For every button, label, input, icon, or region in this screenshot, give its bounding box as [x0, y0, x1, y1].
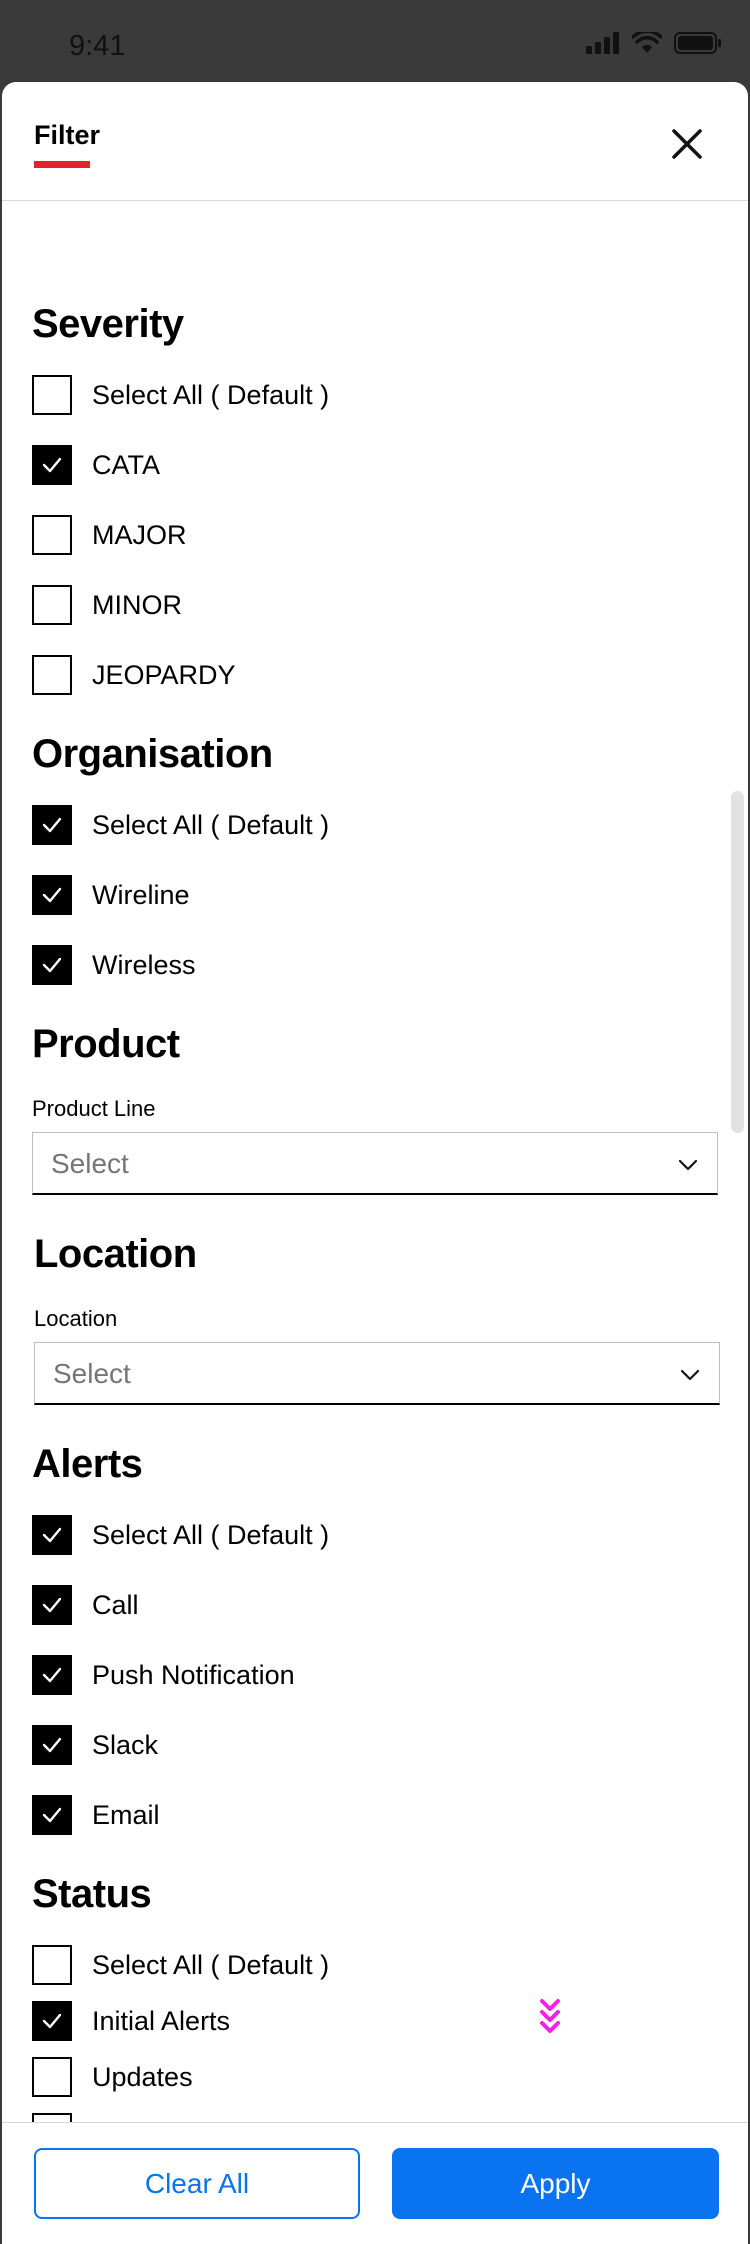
wifi-icon [632, 32, 662, 53]
alerts-option[interactable]: Slack [32, 1725, 158, 1765]
checkbox[interactable] [32, 375, 72, 415]
checkbox[interactable] [32, 2001, 72, 2041]
option-label: Initial Alerts [92, 2005, 231, 2036]
checkbox[interactable] [32, 945, 72, 985]
option-label: MINOR [92, 589, 182, 620]
checkbox[interactable] [32, 1725, 72, 1765]
organisation-option[interactable]: Select All ( Default ) [32, 805, 329, 845]
status-icons [586, 32, 722, 54]
alerts-option[interactable]: Select All ( Default ) [32, 1515, 329, 1555]
section-title-severity: Severity [32, 302, 184, 346]
organisation-option[interactable]: Wireless [32, 945, 196, 985]
option-label: Select All ( Default ) [92, 379, 330, 410]
option-label: Email [92, 1799, 160, 1830]
option-label: Select All ( Default ) [92, 809, 330, 840]
filter-sheet: Filter Severity Select All ( Default ) C… [2, 82, 748, 2244]
checkbox[interactable] [32, 805, 72, 845]
signal-icon [586, 32, 619, 54]
option-label: Select All ( Default ) [92, 1519, 330, 1550]
option-label: Push Notification [92, 1659, 295, 1690]
checkbox[interactable] [32, 2057, 72, 2097]
checkbox[interactable] [32, 655, 72, 695]
section-title-product: Product [32, 1022, 180, 1066]
section-title-status: Status [32, 1872, 152, 1916]
chevron-down-icon [680, 1369, 700, 1381]
status-option[interactable]: Updates [32, 2057, 193, 2097]
checkmark-icon [42, 817, 62, 833]
checkbox[interactable] [32, 585, 72, 625]
severity-option[interactable]: Select All ( Default ) [32, 375, 329, 415]
option-label: Slack [92, 1729, 159, 1760]
checkbox[interactable] [32, 515, 72, 555]
select-value: Select [51, 1148, 129, 1179]
severity-option[interactable]: MINOR [32, 585, 182, 625]
title-underline [34, 161, 90, 168]
alerts-option[interactable]: Push Notification [32, 1655, 295, 1695]
filter-title: Filter [34, 120, 101, 150]
alerts-option[interactable]: Email [32, 1795, 160, 1835]
option-label: MAJOR [92, 519, 187, 550]
status-time: 9:41 [69, 30, 126, 62]
checkmark-icon [42, 957, 62, 973]
checkmark-icon [42, 1737, 62, 1753]
filter-content[interactable]: Severity Select All ( Default ) CATA MAJ… [2, 202, 748, 2127]
location-label: Location [34, 1306, 118, 1331]
checkmark-icon [42, 1527, 62, 1543]
battery-icon [674, 32, 721, 54]
checkmark-icon [42, 887, 62, 903]
severity-option[interactable]: MAJOR [32, 515, 187, 555]
scroll-more-icon[interactable] [539, 1998, 561, 2038]
section-title-alerts: Alerts [32, 1442, 143, 1486]
checkbox[interactable] [32, 875, 72, 915]
checkbox[interactable] [32, 1515, 72, 1555]
status-bar: 9:41 [0, 0, 750, 84]
option-label: Call [92, 1589, 139, 1620]
option-label: Wireline [92, 879, 190, 910]
checkbox[interactable] [32, 1795, 72, 1835]
filter-header: Filter [2, 82, 748, 201]
option-label: CATA [92, 449, 161, 480]
filter-footer: Clear All Apply [2, 2122, 748, 2244]
organisation-option[interactable]: Wireline [32, 875, 190, 915]
option-label: JEOPARDY [92, 659, 236, 690]
section-title-organisation: Organisation [32, 732, 273, 776]
option-label: Select All ( Default ) [92, 1949, 330, 1980]
select-value: Select [53, 1358, 131, 1389]
status-option[interactable]: Select All ( Default ) [32, 1945, 329, 1985]
scrollbar[interactable] [731, 791, 744, 1133]
checkbox[interactable] [32, 1585, 72, 1625]
alerts-option[interactable]: Call [32, 1585, 139, 1625]
severity-option[interactable]: CATA [32, 445, 160, 485]
checkbox[interactable] [32, 1655, 72, 1695]
close-icon[interactable] [667, 124, 707, 164]
location-select[interactable]: Select [34, 1342, 720, 1405]
status-option[interactable]: Initial Alerts [32, 2001, 230, 2041]
section-title-location: Location [34, 1232, 197, 1276]
checkmark-icon [42, 457, 62, 473]
checkmark-icon [42, 1667, 62, 1683]
apply-button[interactable]: Apply [392, 2148, 719, 2219]
clear-all-button[interactable]: Clear All [34, 2148, 360, 2219]
checkbox[interactable] [32, 1945, 72, 1985]
product-line-select[interactable]: Select [32, 1132, 718, 1195]
checkmark-icon [42, 1597, 62, 1613]
option-label: Wireless [92, 949, 196, 980]
product-line-label: Product Line [32, 1096, 156, 1121]
severity-option[interactable]: JEOPARDY [32, 655, 236, 695]
option-label: Updates [92, 2061, 193, 2092]
chevron-down-icon [678, 1159, 698, 1171]
checkmark-icon [42, 2013, 62, 2029]
checkmark-icon [42, 1807, 62, 1823]
checkbox[interactable] [32, 445, 72, 485]
